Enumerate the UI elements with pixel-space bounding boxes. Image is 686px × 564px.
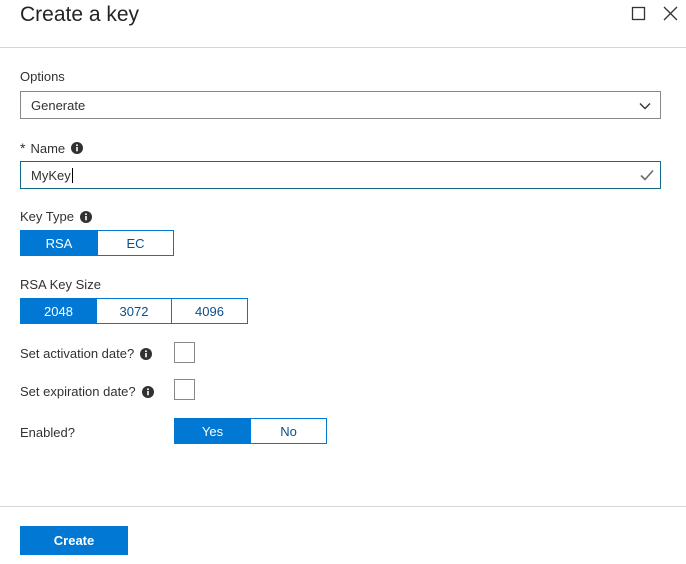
close-button[interactable]: [660, 4, 680, 24]
info-icon[interactable]: [71, 142, 84, 154]
chevron-down-icon: [639, 103, 651, 110]
rsa-key-size-label: RSA Key Size: [20, 277, 101, 292]
enabled-option-yes[interactable]: Yes: [175, 419, 251, 443]
key-size-option-2048[interactable]: 2048: [21, 299, 97, 323]
options-selected-value: Generate: [31, 98, 86, 113]
options-dropdown[interactable]: Generate: [20, 91, 661, 119]
activation-date-label: Set activation date?: [20, 346, 153, 361]
text-caret: [71, 168, 73, 184]
create-button[interactable]: Create: [20, 526, 128, 555]
maximize-button[interactable]: [629, 4, 649, 24]
required-marker: *: [20, 140, 26, 156]
key-size-option-3072[interactable]: 3072: [97, 299, 172, 323]
expiration-date-label: Set expiration date?: [20, 384, 154, 399]
info-icon[interactable]: [140, 347, 153, 360]
enabled-option-no[interactable]: No: [251, 419, 326, 443]
create-key-blade: Create a key Options Generate * Name MyK…: [0, 0, 686, 564]
enabled-label: Enabled?: [20, 425, 75, 440]
key-size-option-4096[interactable]: 4096: [172, 299, 247, 323]
rsa-key-size-toggle: 2048 3072 4096: [20, 298, 248, 324]
options-label: Options: [20, 69, 65, 84]
key-type-toggle: RSA EC: [20, 230, 174, 256]
blade-header: Create a key: [0, 0, 686, 48]
expiration-date-checkbox[interactable]: [174, 379, 195, 400]
checkmark-icon: [640, 169, 654, 181]
key-type-option-ec[interactable]: EC: [98, 231, 173, 255]
footer-divider: [0, 506, 686, 507]
name-input-value: MyKey: [31, 168, 71, 183]
enabled-toggle: Yes No: [174, 418, 327, 444]
page-title: Create a key: [20, 3, 140, 26]
info-icon[interactable]: [79, 210, 92, 223]
activation-date-checkbox[interactable]: [174, 342, 195, 363]
name-label: * Name: [20, 140, 84, 156]
info-icon[interactable]: [141, 385, 154, 398]
close-icon: [663, 6, 678, 21]
name-input[interactable]: MyKey: [20, 161, 661, 189]
key-type-option-rsa[interactable]: RSA: [21, 231, 98, 255]
maximize-icon: [631, 6, 646, 21]
key-type-label: Key Type: [20, 209, 92, 224]
